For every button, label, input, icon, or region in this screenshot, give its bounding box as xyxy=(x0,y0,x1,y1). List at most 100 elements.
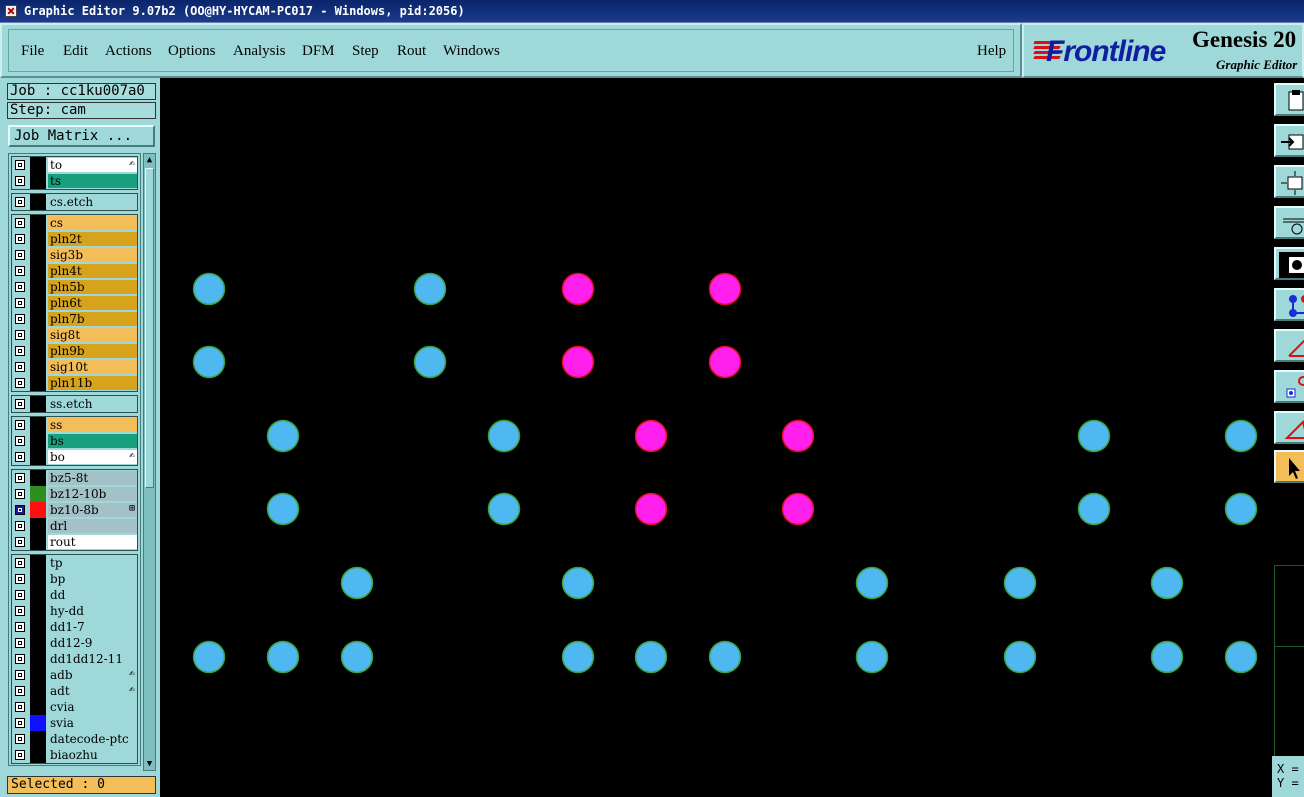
layer-row-pln5b[interactable]: pln5b xyxy=(12,279,137,295)
layer-name[interactable]: dd12-9 xyxy=(48,636,137,650)
via-pad[interactable] xyxy=(340,640,374,674)
layer-name[interactable]: bz12-10b xyxy=(48,487,137,501)
layer-color-swatch[interactable] xyxy=(30,247,46,263)
layer-row-pln11b[interactable]: pln11b xyxy=(12,375,137,391)
via-pad[interactable] xyxy=(487,492,521,526)
fit-icon[interactable] xyxy=(1274,165,1304,198)
layer-row-bs[interactable]: bs xyxy=(12,433,137,449)
via-pad[interactable] xyxy=(192,640,226,674)
layer-name[interactable]: ss xyxy=(48,418,137,432)
layer-scrollbar[interactable]: ▲ ▼ xyxy=(143,153,156,771)
menu-analysis[interactable]: Analysis xyxy=(233,43,286,60)
selected-pad[interactable] xyxy=(634,492,668,526)
layer-color-swatch[interactable] xyxy=(30,194,46,210)
layer-name[interactable]: to xyxy=(48,158,137,172)
layer-checkbox[interactable] xyxy=(15,330,25,340)
layer-row-bz12-10b[interactable]: bz12-10b xyxy=(12,486,137,502)
layer-name[interactable]: bz10-8b xyxy=(48,503,137,517)
via-pad[interactable] xyxy=(1224,640,1258,674)
layer-checkbox[interactable] xyxy=(15,638,25,648)
snap-icon[interactable] xyxy=(1274,124,1304,157)
layer-name[interactable]: pln5b xyxy=(48,280,137,294)
layer-color-swatch[interactable] xyxy=(30,215,46,231)
via-pad[interactable] xyxy=(1224,419,1258,453)
layer-checkbox[interactable] xyxy=(15,298,25,308)
via-pad[interactable] xyxy=(634,640,668,674)
layer-row-biaozhu[interactable]: biaozhu xyxy=(12,747,137,763)
layer-name[interactable]: sig8t xyxy=(48,328,137,342)
layer-name[interactable]: bp xyxy=(48,572,137,586)
layer-row-sig3b[interactable]: sig3b xyxy=(12,247,137,263)
layer-color-swatch[interactable] xyxy=(30,157,46,173)
layer-name[interactable]: bo xyxy=(48,450,137,464)
layer-checkbox[interactable] xyxy=(15,574,25,584)
layer-checkbox[interactable] xyxy=(15,420,25,430)
layer-name[interactable]: cvia xyxy=(48,700,137,714)
layer-name[interactable]: hy-dd xyxy=(48,604,137,618)
menu-help[interactable]: Help xyxy=(977,43,1006,60)
layer-color-swatch[interactable] xyxy=(30,470,46,486)
layer-checkbox[interactable] xyxy=(15,346,25,356)
layer-name[interactable]: pln11b xyxy=(48,376,137,390)
feature-icon[interactable] xyxy=(1274,370,1304,403)
layer-row-ts[interactable]: ts xyxy=(12,173,137,189)
layer-checkbox[interactable] xyxy=(15,160,25,170)
layer-name[interactable]: drl xyxy=(48,519,137,533)
pad-icon[interactable] xyxy=(1274,247,1304,280)
layer-name[interactable]: cs.etch xyxy=(48,195,137,209)
layer-checkbox[interactable] xyxy=(15,176,25,186)
via-pad[interactable] xyxy=(487,419,521,453)
via-pad[interactable] xyxy=(413,272,447,306)
layer-color-swatch[interactable] xyxy=(30,279,46,295)
layer-color-swatch[interactable] xyxy=(30,173,46,189)
layer-checkbox[interactable] xyxy=(15,473,25,483)
layer-row-pln2t[interactable]: pln2t xyxy=(12,231,137,247)
layer-name[interactable]: rout xyxy=(48,535,137,549)
layer-color-swatch[interactable] xyxy=(30,715,46,731)
layer-row-ss.etch[interactable]: ss.etch xyxy=(12,396,137,412)
layer-checkbox[interactable] xyxy=(15,314,25,324)
layer-color-swatch[interactable] xyxy=(30,683,46,699)
via-pad[interactable] xyxy=(1077,492,1111,526)
layer-name[interactable]: pln2t xyxy=(48,232,137,246)
layer-checkbox[interactable] xyxy=(15,590,25,600)
layer-checkbox[interactable] xyxy=(15,622,25,632)
layer-color-swatch[interactable] xyxy=(30,502,46,518)
layer-name[interactable]: sig10t xyxy=(48,360,137,374)
layer-name[interactable]: cs xyxy=(48,216,137,230)
via-pad[interactable] xyxy=(1224,492,1258,526)
layer-row-ss[interactable]: ss xyxy=(12,417,137,433)
layer-checkbox[interactable] xyxy=(15,399,25,409)
layer-row-bz5-8t[interactable]: bz5-8t xyxy=(12,470,137,486)
layer-name[interactable]: biaozhu xyxy=(48,748,137,762)
via-pad[interactable] xyxy=(1003,640,1037,674)
layer-checkbox[interactable] xyxy=(15,654,25,664)
via-pad[interactable] xyxy=(1003,566,1037,600)
graphic-canvas[interactable] xyxy=(160,80,1272,797)
via-pad[interactable] xyxy=(1077,419,1111,453)
layer-checkbox[interactable] xyxy=(15,378,25,388)
layer-row-bo[interactable]: bo ✍ xyxy=(12,449,137,465)
scroll-down-icon[interactable]: ▼ xyxy=(145,759,154,769)
scroll-thumb[interactable] xyxy=(145,168,154,488)
layer-color-swatch[interactable] xyxy=(30,231,46,247)
layer-name[interactable]: svia xyxy=(48,716,137,730)
layer-color-swatch[interactable] xyxy=(30,571,46,587)
layer-color-swatch[interactable] xyxy=(30,651,46,667)
layer-name[interactable]: ts xyxy=(48,174,137,188)
layer-name[interactable]: tp xyxy=(48,556,137,570)
layer-color-swatch[interactable] xyxy=(30,635,46,651)
layer-color-swatch[interactable] xyxy=(30,699,46,715)
layer-color-swatch[interactable] xyxy=(30,619,46,635)
layer-color-swatch[interactable] xyxy=(30,603,46,619)
layer-color-swatch[interactable] xyxy=(30,486,46,502)
menu-step[interactable]: Step xyxy=(352,43,379,60)
pointer-icon[interactable] xyxy=(1274,450,1304,483)
layer-checkbox[interactable] xyxy=(15,489,25,499)
layer-row-pln9b[interactable]: pln9b xyxy=(12,343,137,359)
selected-pad[interactable] xyxy=(561,272,595,306)
layer-color-swatch[interactable] xyxy=(30,731,46,747)
selected-pad[interactable] xyxy=(708,272,742,306)
layer-row-hy-dd[interactable]: hy-dd xyxy=(12,603,137,619)
layer-name[interactable]: adb xyxy=(48,668,137,682)
